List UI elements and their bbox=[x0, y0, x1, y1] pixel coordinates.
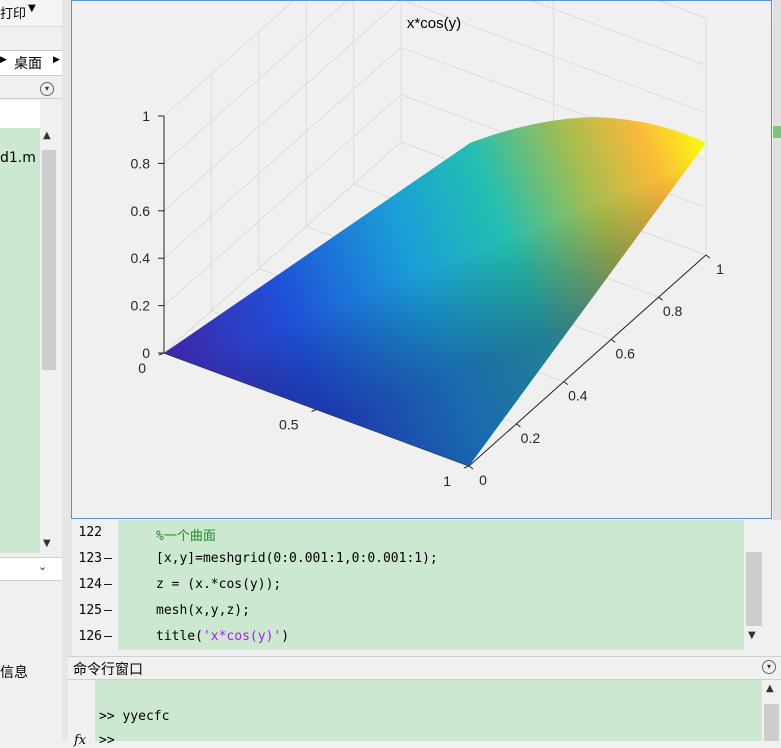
breakpoint-marker[interactable]: — bbox=[104, 577, 112, 592]
x-tick-label: 0.8 bbox=[663, 303, 683, 319]
details-panel-header[interactable] bbox=[0, 557, 62, 581]
x-tick-label: 0.6 bbox=[615, 345, 635, 361]
scroll-down-icon[interactable]: ▼ bbox=[748, 630, 756, 641]
x-tick bbox=[705, 254, 711, 259]
command-window-title: 命令行窗口 bbox=[73, 662, 143, 678]
z-tick-label: 0.6 bbox=[131, 203, 151, 219]
scroll-up-icon[interactable]: ▲ bbox=[43, 130, 51, 141]
x-tick bbox=[516, 423, 521, 428]
string-literal: 'x*cos(y)' bbox=[202, 629, 282, 644]
z-tick-label: 0.8 bbox=[131, 155, 151, 171]
file-list-header bbox=[0, 100, 40, 128]
command-history-line: >> yyecfc bbox=[99, 709, 170, 724]
line-number: 124 bbox=[78, 577, 102, 592]
scroll-thumb[interactable] bbox=[42, 150, 56, 370]
code-token: title( bbox=[156, 629, 203, 644]
command-window-header bbox=[68, 656, 781, 680]
panel-menu-icon[interactable]: ▾ bbox=[762, 660, 776, 674]
surface-plot[interactable]: 0 0.2 0.4 0.6 0.8 1 0 0.2 0.4 0.6 0.8 1 0 0.5 1 x*co… bbox=[72, 1, 773, 520]
figure-title: x*cos(y) bbox=[407, 15, 461, 32]
breadcrumb-desktop[interactable]: 桌面 bbox=[14, 53, 42, 73]
chevron-down-icon[interactable]: ⌄ bbox=[38, 560, 47, 573]
command-window[interactable] bbox=[95, 680, 762, 741]
x-tick bbox=[658, 296, 663, 301]
file-item[interactable]: d1.m bbox=[0, 150, 36, 166]
line-number: 123 bbox=[78, 551, 102, 566]
code-line[interactable]: mesh(x,y,z); bbox=[156, 603, 250, 618]
code-token: ) bbox=[281, 629, 290, 644]
scroll-thumb[interactable] bbox=[764, 704, 779, 741]
line-number: 122 bbox=[78, 525, 102, 540]
code-line[interactable]: [x,y]=meshgrid(0:0.001:1,0:0.001:1); bbox=[156, 551, 438, 566]
x-tick-label: 0.2 bbox=[521, 430, 541, 446]
right-panel-edge bbox=[773, 0, 781, 520]
code-line[interactable]: z = (x.*cos(y)); bbox=[156, 577, 281, 592]
x-tick bbox=[610, 338, 616, 343]
panel-menu-icon[interactable]: ▾ bbox=[40, 82, 54, 96]
scroll-thumb[interactable] bbox=[746, 552, 762, 626]
z-tick-label: 1 bbox=[142, 108, 150, 124]
x-tick-label: 0.4 bbox=[568, 388, 588, 404]
command-window-gutter bbox=[68, 680, 95, 741]
grid-line bbox=[163, 1, 401, 212]
x-tick bbox=[468, 465, 474, 470]
file-list[interactable] bbox=[0, 128, 40, 553]
code-line[interactable]: title('x*cos(y)') bbox=[156, 629, 289, 644]
path-arrow-icon[interactable]: ▶ bbox=[53, 55, 60, 65]
line-number: 126 bbox=[78, 629, 102, 644]
breakpoint-marker[interactable]: — bbox=[104, 629, 112, 644]
y-tick bbox=[311, 409, 317, 412]
surface-shading bbox=[164, 117, 706, 466]
scroll-down-icon[interactable]: ▼ bbox=[43, 538, 51, 549]
scroll-up-icon[interactable]: ▲ bbox=[766, 683, 774, 694]
breakpoint-marker[interactable]: — bbox=[104, 603, 112, 618]
breakpoint-marker[interactable]: — bbox=[104, 551, 112, 566]
print-button[interactable]: 打印 bbox=[0, 3, 26, 22]
grid-line bbox=[163, 1, 348, 164]
x-tick-label: 0 bbox=[479, 472, 487, 488]
x-tick bbox=[563, 381, 569, 386]
details-info-label: 信息 bbox=[0, 665, 28, 681]
figure-window[interactable]: 0 0.2 0.4 0.6 0.8 1 0 0.2 0.4 0.6 0.8 1 0 0.5 1 x*co… bbox=[71, 0, 772, 519]
y-tick-label: 0.5 bbox=[279, 417, 299, 433]
path-arrow-icon[interactable]: ▶ bbox=[0, 55, 7, 65]
x-tick-label: 1 bbox=[716, 261, 724, 277]
y-tick-label: 1 bbox=[443, 473, 451, 489]
print-dropdown-arrow-icon[interactable]: ▼ bbox=[28, 3, 36, 14]
z-tick-label: 0.2 bbox=[131, 298, 151, 314]
line-number: 125 bbox=[78, 603, 102, 618]
z-tick-label: 0.4 bbox=[131, 250, 151, 266]
y-tick bbox=[463, 465, 470, 469]
code-line[interactable]: %一个曲面 bbox=[156, 525, 216, 544]
z-tick-label: 0 bbox=[142, 345, 150, 361]
z-axis-labels: 0 0.2 0.4 0.6 0.8 1 bbox=[131, 108, 151, 361]
y-tick-label: 0 bbox=[138, 360, 146, 376]
progress-indicator bbox=[773, 126, 781, 138]
